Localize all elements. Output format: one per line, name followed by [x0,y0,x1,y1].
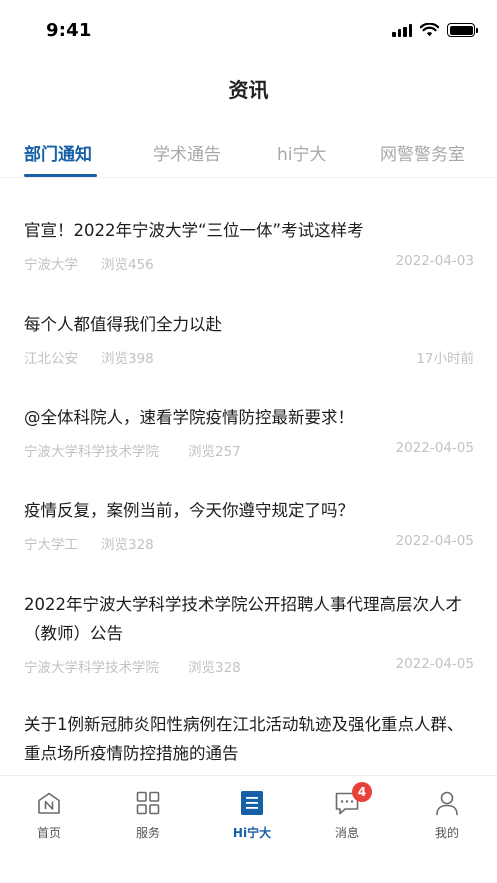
wifi-icon [420,23,439,37]
news-title: 疫情反复，案例当前，今天你遵守规定了吗？ [24,501,354,520]
news-date: 17小时前 [416,351,474,367]
news-date: 2022-04-05 [395,656,474,672]
news-views: 浏览257 [188,444,241,460]
news-meta: 宁波大学科学技术学院 浏览257 2022-04-05 [24,440,474,460]
news-views: 浏览456 [101,257,154,273]
unread-badge: 4 [352,782,372,802]
news-list: 官宣！2022年宁波大学“三位一体”考试这样考 宁波大学 浏览456 2022-… [0,178,497,775]
news-title: @全体科院人，速看学院疫情防控最新要求！ [24,408,354,427]
category-tabs: 部门通知 学术通告 hi宁大 网警警务室 [0,128,497,178]
battery-level [449,25,473,35]
news-item[interactable]: 2022年宁波大学科学技术学院公开招聘人事代理高层次人才（教师）公告 宁波大学科… [24,590,474,676]
status-icons [392,22,478,38]
news-meta: 江北公安 浏览398 17小时前 [24,347,474,367]
tab-department-notice[interactable]: 部门通知 [24,140,92,165]
news-date: 2022-04-05 [395,533,474,549]
news-views: 浏览328 [101,537,154,553]
battery-icon [447,23,478,37]
news-title: 2022年宁波大学科学技术学院公开招聘人事代理高层次人才（教师）公告 [24,595,462,643]
news-item[interactable]: 疫情反复，案例当前，今天你遵守规定了吗？ 宁大学工 浏览328 2022-04-… [24,496,474,553]
tab-hi-nbu[interactable]: hi宁大 [277,140,327,165]
tabbar-services[interactable]: 服务 [108,790,188,841]
news-source: 宁波大学 [24,257,78,273]
grid-icon [136,791,160,815]
tabbar-label: 消息 [334,826,359,840]
page-title: 资讯 [228,78,269,102]
news-source: 宁波大学科学技术学院 [24,444,159,460]
active-tab-indicator [24,174,97,177]
news-date: 2022-04-03 [395,253,474,269]
news-title: 官宣！2022年宁波大学“三位一体”考试这样考 [24,221,364,240]
tabbar-home[interactable]: 首页 [9,790,89,841]
news-title: 关于1例新冠肺炎阳性病例在江北活动轨迹及强化重点人群、重点场所疫情防控措施的通告 [24,715,464,763]
tabbar-hi-nbu[interactable]: Hi宁大 [212,790,292,841]
news-item[interactable]: 关于1例新冠肺炎阳性病例在江北活动轨迹及强化重点人群、重点场所疫情防控措施的通告 [24,710,474,768]
news-source: 宁波大学科学技术学院 [24,660,159,676]
status-time: 9:41 [46,20,92,41]
news-views: 浏览328 [188,660,241,676]
news-views: 浏览398 [101,351,154,367]
news-item[interactable]: 每个人都值得我们全力以赴 江北公安 浏览398 17小时前 [24,310,474,367]
tabbar-profile[interactable]: 我的 [407,790,487,841]
tab-cyber-police[interactable]: 网警警务室 [380,140,465,165]
cellular-signal-icon [392,24,412,37]
news-meta: 宁波大学 浏览456 2022-04-03 [24,253,474,273]
news-source: 宁大学工 [24,537,78,553]
tabbar-label: 首页 [36,826,61,840]
tab-academic-notice[interactable]: 学术通告 [153,140,221,165]
news-item[interactable]: @全体科院人，速看学院疫情防控最新要求！ 宁波大学科学技术学院 浏览257 20… [24,403,474,460]
news-source: 江北公安 [24,351,78,367]
news-meta: 宁波大学科学技术学院 浏览328 2022-04-05 [24,656,474,676]
tabbar-label: 服务 [135,826,160,840]
home-n-icon [38,792,60,814]
news-title: 每个人都值得我们全力以赴 [24,315,222,334]
news-meta: 宁大学工 浏览328 2022-04-05 [24,533,474,553]
news-item[interactable]: 官宣！2022年宁波大学“三位一体”考试这样考 宁波大学 浏览456 2022-… [24,216,474,273]
tabbar-label: Hi宁大 [232,826,272,840]
list-doc-icon [241,791,263,815]
user-icon [436,791,458,816]
news-date: 2022-04-05 [395,440,474,456]
tabbar-label: 我的 [434,826,459,840]
tabbar-messages[interactable]: 4 消息 [307,782,387,841]
bottom-tab-bar: 首页 服务 Hi宁大 4 消息 我的 [0,775,497,883]
status-bar: 9:41 [0,0,497,64]
